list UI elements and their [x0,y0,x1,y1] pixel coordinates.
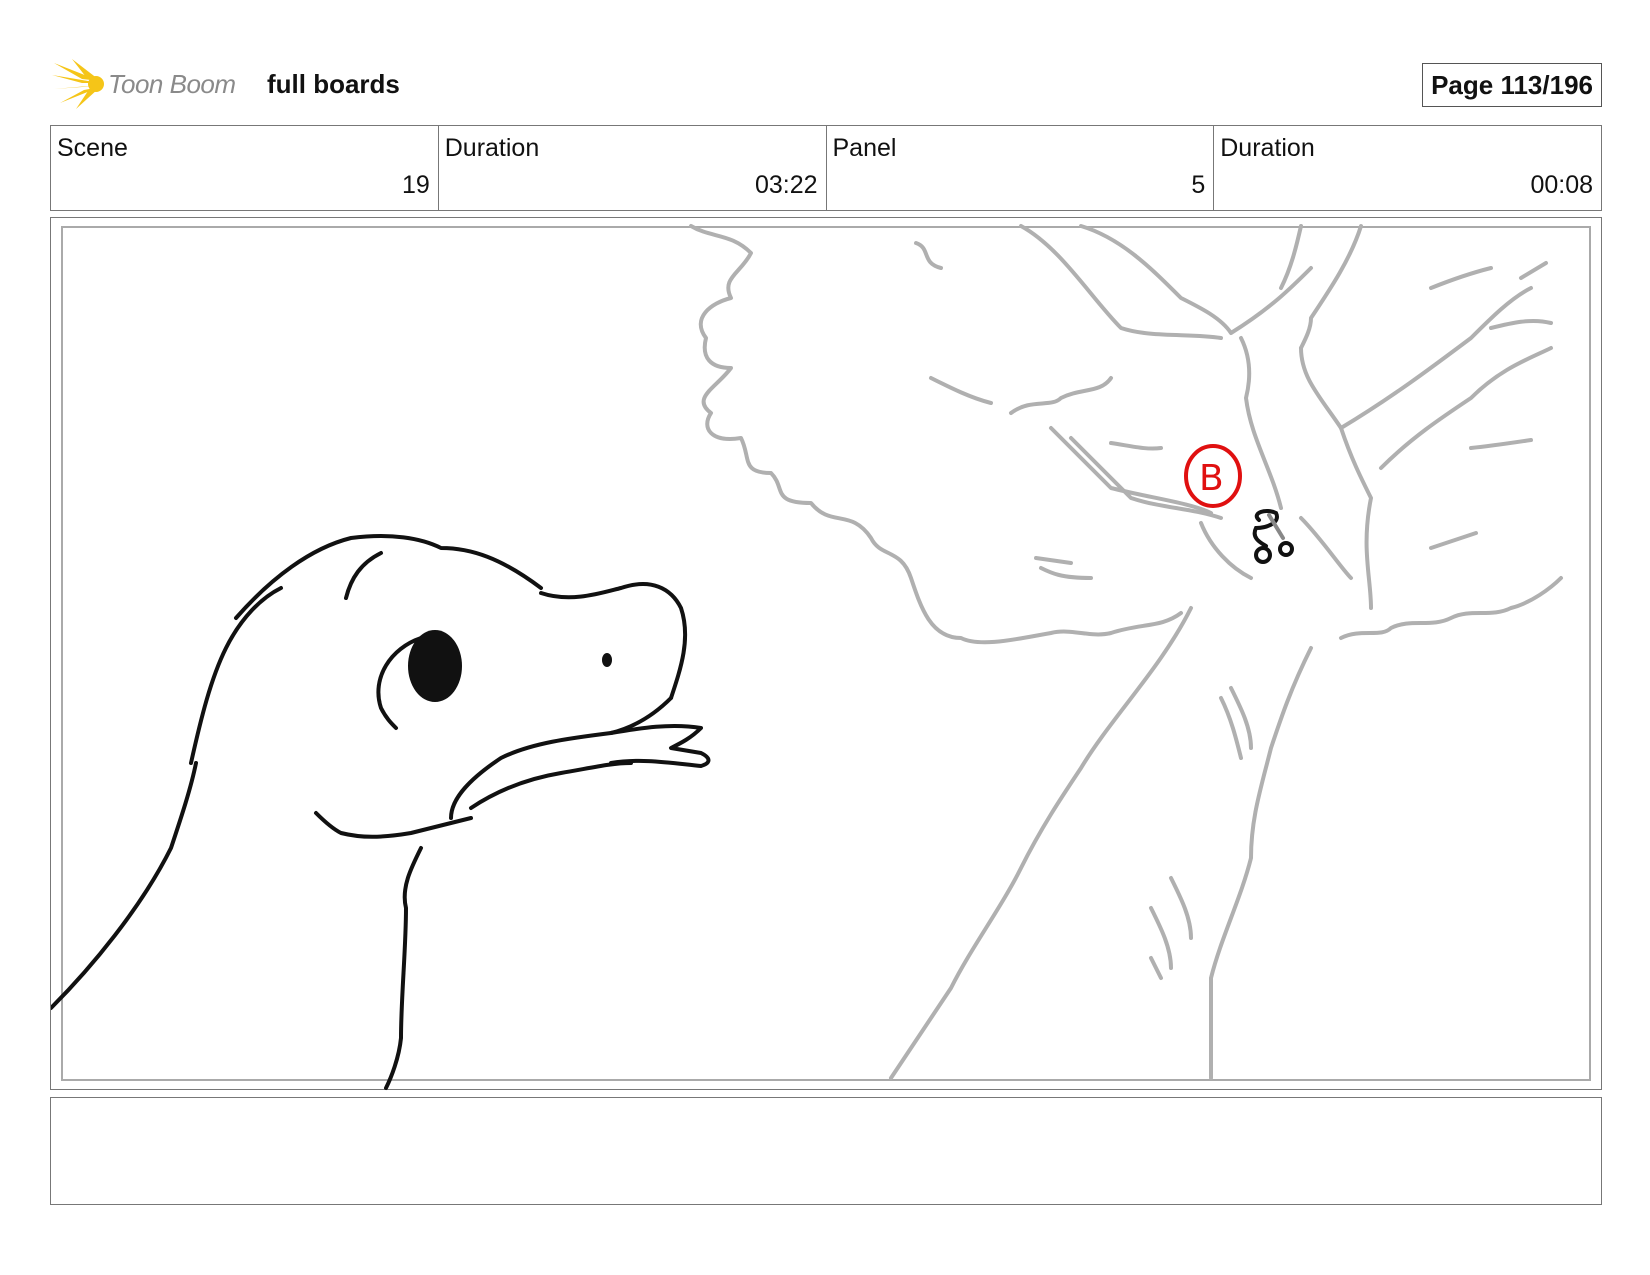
document-title: full boards [267,69,400,99]
panel-duration-value: 00:08 [1530,171,1593,199]
panel-label: Panel [832,134,897,162]
page-indicator: Page 113/196 [1422,63,1602,107]
scene-info-table: Scene 19 Duration 03:22 Panel 5 Duration… [50,125,1602,211]
scene-value: 19 [401,171,430,199]
panel-sketch: B [51,224,1563,1090]
page-header: Toon Boom full boards Page 113/196 [52,55,1602,115]
scene-cell: Scene 19 [51,126,439,210]
panel-duration-label: Duration [1220,134,1315,162]
tree-sketch [689,224,1563,1080]
scene-label: Scene [57,134,128,162]
panel-value: 5 [1191,171,1206,199]
seal-sketch [51,534,711,1090]
svg-text:B: B [1199,458,1224,499]
panel-notes-box [50,1097,1602,1205]
seal-nostril [602,653,612,667]
toon-boom-logo: Toon Boom [52,59,252,109]
scene-duration-cell: Duration 03:22 [439,126,827,210]
scene-duration-value: 03:22 [754,171,818,199]
annotation-b-mark: B [1184,444,1242,508]
panel-cell: Panel 5 [827,126,1215,210]
storyboard-panel: B [50,217,1602,1090]
small-character-mark [1252,509,1294,564]
logo-text: Toon Boom [108,69,236,99]
panel-duration-cell: Duration 00:08 [1214,126,1601,210]
scene-duration-label: Duration [444,134,540,162]
seal-eye [408,630,462,702]
starburst-icon [52,59,104,109]
